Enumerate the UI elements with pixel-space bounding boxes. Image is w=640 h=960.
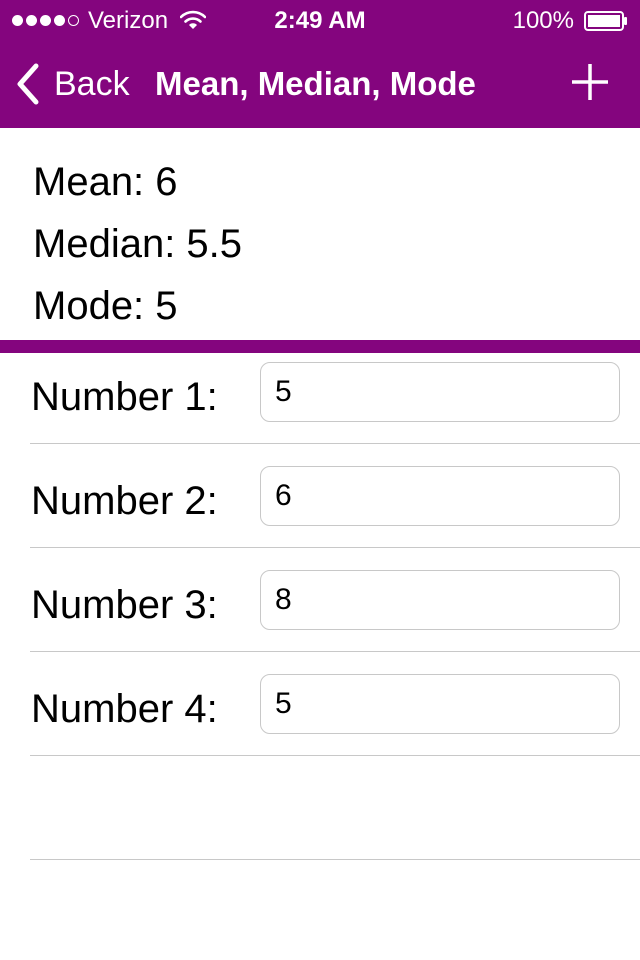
row-divider [30,547,640,548]
number-row: Number 2: [0,457,640,560]
battery-percent: 100% [512,7,574,34]
number-row: Number 4: [0,665,640,768]
row-divider [30,651,640,652]
number-row: Number 1: [0,353,640,456]
number-row: Number 3: [0,561,640,664]
number-label: Number 2: [31,479,218,523]
number-4-input[interactable] [260,674,620,734]
number-2-input[interactable] [260,466,620,526]
back-button[interactable]: Back [14,60,130,108]
app-header: Verizon 2:49 AM 100% Back Mean, Median, … [0,0,640,128]
results-panel: Mean: 6 Median: 5.5 Mode: 5 [0,128,640,340]
number-label: Number 3: [31,583,218,627]
section-divider [0,340,640,353]
page-title: Mean, Median, Mode [155,65,476,102]
status-bar: Verizon 2:49 AM 100% [0,0,640,40]
plus-icon[interactable] [570,62,610,102]
row-divider [30,443,640,444]
number-3-input[interactable] [260,570,620,630]
mode-result: Mode: 5 [33,284,178,328]
battery-icon [584,11,627,31]
navigation-bar: Back Mean, Median, Mode [0,40,640,128]
row-divider [30,755,640,756]
number-1-input[interactable] [260,362,620,422]
mean-result: Mean: 6 [33,160,178,204]
chevron-left-icon [17,63,39,105]
back-label: Back [54,65,130,103]
row-divider [30,859,640,860]
number-label: Number 4: [31,687,218,731]
median-result: Median: 5.5 [33,222,243,266]
number-label: Number 1: [31,375,218,419]
